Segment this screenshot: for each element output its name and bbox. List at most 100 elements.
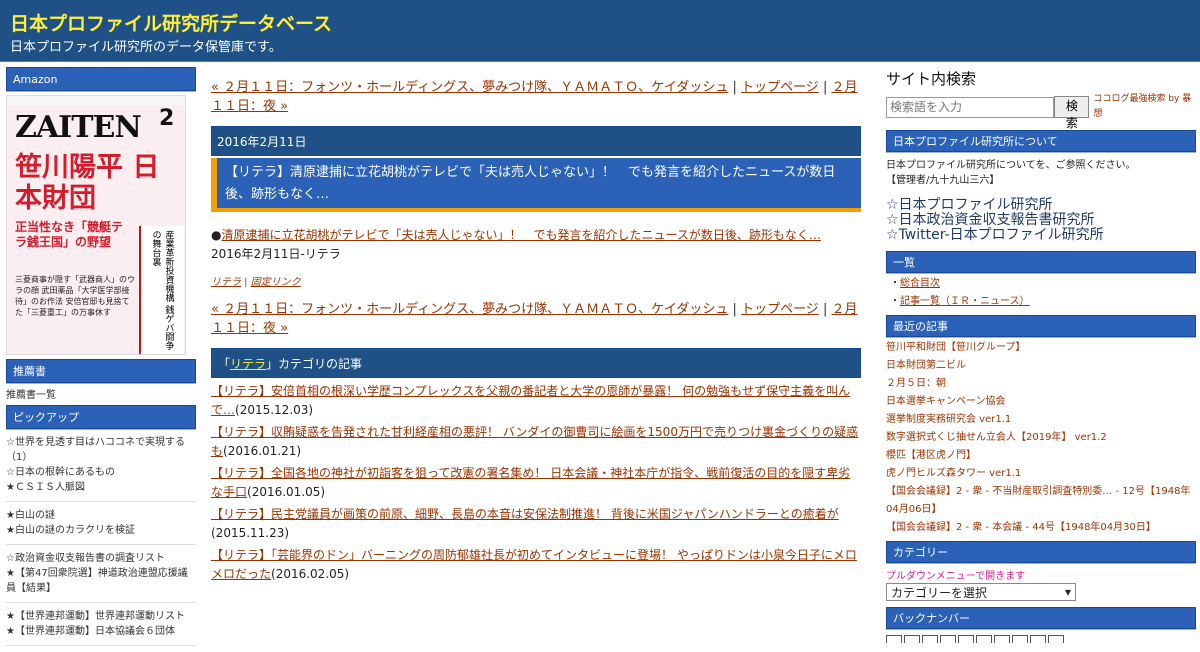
recent-article-link[interactable]: ２月５日：朝: [886, 378, 946, 389]
index-list-item: ・総合目次: [890, 275, 1196, 293]
bullet-icon: ・: [890, 296, 900, 307]
calendar-cell[interactable]: [994, 635, 1010, 643]
about-section: 日本プロファイル研究所についてを、ご参照ください。 【管理者/九十九山三六】: [886, 158, 1196, 188]
external-links: ☆日本プロファイル研究所 ☆日本政治資金収支報告書研究所 ☆Twitter-日本プロ…: [886, 198, 1196, 243]
category-name-link[interactable]: リテラ: [230, 357, 266, 371]
pickup-group: ★【世界連邦運動】世界連邦運動リスト ★【世界連邦運動】日本協議会６団体: [6, 609, 196, 646]
recent-article-item: ２月５日：朝: [886, 375, 1196, 393]
pickup-group: ☆政治資金収支報告書の調査リスト ★【第47回衆院選】神道政治連盟応援議員【結果】: [6, 551, 196, 603]
recent-article-link[interactable]: 数字選択式くじ抽せん立会人【2019年】 ver1.2: [886, 432, 1107, 443]
calendar-cell[interactable]: [976, 635, 992, 643]
recent-heading: 最近の記事: [886, 315, 1196, 337]
pickup-item[interactable]: ★【第47回衆院選】神道政治連盟応援議員【結果】: [6, 566, 196, 596]
recent-article-link[interactable]: 笹川平和財団【笹川グループ】: [886, 342, 1025, 353]
calendar-cell[interactable]: [922, 635, 938, 643]
prev-entry-link[interactable]: « ２月１１日：フォンツ・ホールディングス、夢みつけ隊、ＹＡＭＡＴＯ、ケイダッシ…: [211, 80, 728, 95]
recent-article-link[interactable]: 櫻匹【港区虎ノ門】: [886, 450, 976, 461]
pickup-item[interactable]: ★白山の謎: [6, 508, 196, 523]
recent-article-item: 【国会会議録】2 - 衆 - 不当財産取引調査特別委… - 12号【1948年0…: [886, 483, 1196, 519]
index-list-link[interactable]: 記事一覧（ＩＲ・ニュース）: [900, 296, 1030, 307]
pager-separator: |: [818, 302, 832, 317]
top-page-link[interactable]: トップページ: [741, 302, 819, 317]
index-list-item: ・記事一覧（ＩＲ・ニュース）: [890, 293, 1196, 311]
recent-article-link[interactable]: 日本財団第二ビル: [886, 360, 966, 371]
site-header: 日本プロファイル研究所データベース 日本プロファイル研究所のデータ保管庫です。: [0, 0, 1200, 62]
recent-article-item: 虎ノ門ヒルズ森タワー ver1.1: [886, 465, 1196, 483]
recent-articles: 笹川平和財団【笹川グループ】 日本財団第二ビル ２月５日：朝日本選挙キャンペーン協会…: [886, 339, 1196, 537]
calendar-cell[interactable]: [886, 635, 902, 643]
chevron-down-icon: ▾: [1064, 585, 1071, 599]
cover-issue-number: 2: [159, 106, 175, 131]
top-page-link[interactable]: トップページ: [741, 80, 819, 95]
pickup-item[interactable]: ★【世界連邦運動】日本協議会６団体: [6, 624, 196, 639]
footer-separator: |: [241, 277, 251, 288]
recent-article-item: 数字選択式くじ抽せん立会人【2019年】 ver1.2: [886, 429, 1196, 447]
cover-subhead: 正当性なき「競艇テラ銭王国」の野望: [15, 220, 124, 249]
bullet-icon: ・: [890, 278, 900, 289]
pickup-item[interactable]: ★ＣＳＩＳ人脈図: [6, 480, 196, 495]
pickup-item[interactable]: ★【世界連邦運動】世界連邦運動リスト: [6, 609, 196, 624]
calendar-cell[interactable]: [1030, 635, 1046, 643]
recommend-heading: 推薦書: [6, 359, 196, 383]
cover-side-text: 産業革新投資機構 銭ゲバ闘争の舞台裏: [150, 230, 174, 350]
calendar-cell[interactable]: [940, 635, 956, 643]
index-list-link[interactable]: 総合目次: [900, 278, 940, 289]
related-article-item: 【リテラ】民主党議員が画策の前原、細野、長島の本音は安保法制推進！ 背後に米国ジ…: [211, 505, 861, 543]
recommend-list-link[interactable]: 推薦書一覧: [6, 389, 196, 403]
backnumber-heading: バックナンバー: [886, 607, 1196, 629]
entry-body: ●清原逮捕に立花胡桃がテレビで「夫は売人じゃない」！ でも発言を紹介したニュース…: [211, 226, 861, 264]
calendar-cell[interactable]: [1012, 635, 1028, 643]
pickup-item[interactable]: ☆政治資金収支報告書の調査リスト: [6, 551, 196, 566]
calendar-cell[interactable]: [958, 635, 974, 643]
related-article-item: 【リテラ】「芸能界のドン」バーニングの周防郁雄社長が初めてインタビューに登場！ …: [211, 546, 861, 584]
related-article-date: (2015.11.23): [211, 526, 290, 540]
pickup-item[interactable]: ☆世界を見透す目はハココネで実現する（1）: [6, 435, 196, 465]
cat-close-text: 」カテゴリの記事: [266, 357, 363, 371]
recent-article-item: 日本選挙キャンペーン協会: [886, 393, 1196, 411]
search-button[interactable]: 検索: [1054, 96, 1090, 130]
recent-article-link[interactable]: 選挙制度実務研究会 ver1.1: [886, 414, 1011, 425]
related-article-item: 【リテラ】全国各地の神社が初詣客を狙って改憲の署名集め！ 日本会議・神社本庁が指…: [211, 464, 861, 502]
calendar-cell[interactable]: [1048, 635, 1064, 643]
pager-separator: |: [728, 80, 742, 95]
entry-date-header: 2016年2月11日: [211, 126, 861, 156]
external-site-link[interactable]: ☆日本プロファイル研究所: [886, 198, 1196, 213]
entry-title[interactable]: 【リテラ】清原逮捕に立花胡桃がテレビで「夫は売人じゃない」！ でも発言を紹介した…: [211, 158, 861, 212]
recent-article-link[interactable]: 【国会会議録】2 - 衆 - 不当財産取引調査特別委… - 12号【1948年0…: [886, 486, 1190, 515]
related-article-date: (2016.01.05): [247, 485, 326, 499]
pickup-group: ★白山の謎 ★白山の謎のカラクリを検証: [6, 508, 196, 545]
recent-article-item: 櫻匹【港区虎ノ門】: [886, 447, 1196, 465]
recent-article-link[interactable]: 日本選挙キャンペーン協会: [886, 396, 1006, 407]
external-site-link[interactable]: ☆日本政治資金収支報告書研究所: [886, 213, 1196, 228]
permalink-link[interactable]: 固定リンク: [251, 277, 301, 288]
about-link[interactable]: 日本プロファイル研究所についてを、ご参照ください。: [886, 160, 1136, 171]
entry-pager-top: « ２月１１日：フォンツ・ホールディングス、夢みつけ隊、ＹＡＭＡＴＯ、ケイダッシ…: [211, 78, 861, 116]
pickup-list: ☆世界を見透す目はハココネで実現する（1） ☆日本の根幹にあるもの ★ＣＳＩＳ人脈図…: [6, 435, 196, 646]
related-articles: 【リテラ】安倍首相の根深い学歴コンプレックスを父親の番記者と大学の恩師が暴露！ …: [211, 382, 861, 584]
category-select[interactable]: カテゴリーを選択 ▾: [886, 583, 1076, 601]
book-cover-image[interactable]: ZAITEN 2 笹川陽平 日本財団 正当性なき「競艇テラ銭王国」の野望 産業革…: [6, 95, 186, 355]
recent-article-link[interactable]: 虎ノ門ヒルズ森タワー ver1.1: [886, 468, 1021, 479]
index-list: ・総合目次 ・記事一覧（ＩＲ・ニュース）: [890, 275, 1196, 311]
search-powered-by[interactable]: ココログ最強検索 by 暴想: [1093, 92, 1196, 122]
entry-category-link[interactable]: リテラ: [211, 277, 241, 288]
related-article-date: (2015.12.03): [235, 403, 314, 417]
search-input[interactable]: [886, 96, 1055, 118]
pickup-item[interactable]: ☆日本の根幹にあるもの: [6, 465, 196, 480]
related-article-link[interactable]: 【リテラ】民主党議員が画策の前原、細野、長島の本音は安保法制推進！ 背後に米国ジ…: [211, 507, 839, 521]
related-article-date: (2016.01.21): [223, 444, 302, 458]
cover-magazine-title: ZAITEN: [15, 110, 142, 145]
calendar-cell[interactable]: [904, 635, 920, 643]
category-note: プルダウンメニューで開きます: [886, 571, 1026, 582]
site-search-heading: サイト内検索: [886, 70, 977, 88]
external-site-link[interactable]: ☆Twitter-日本プロファイル研究所: [886, 228, 1196, 243]
cover-top-strip: [7, 96, 185, 106]
site-title[interactable]: 日本プロファイル研究所データベース: [10, 9, 332, 36]
recent-article-link[interactable]: 【国会会議録】2 - 衆 - 本会議 - 44号【1948年04月30日】: [886, 522, 1156, 533]
pickup-item[interactable]: ★白山の謎のカラクリを検証: [6, 523, 196, 538]
entry-article-link[interactable]: 清原逮捕に立花胡桃がテレビで「夫は売人じゃない」！ でも発言を紹介したニュースが…: [221, 228, 820, 242]
category-articles-header: 「リテラ」カテゴリの記事: [211, 348, 861, 378]
main-content: « ２月１１日：フォンツ・ホールディングス、夢みつけ隊、ＹＡＭＡＴＯ、ケイダッシ…: [211, 78, 861, 587]
prev-entry-link[interactable]: « ２月１１日：フォンツ・ホールディングス、夢みつけ隊、ＹＡＭＡＴＯ、ケイダッシ…: [211, 302, 728, 317]
related-article-link[interactable]: 【リテラ】収賄疑惑を告発された甘利経産相の悪評！ バンダイの御曹司に絵画を150…: [211, 425, 858, 458]
